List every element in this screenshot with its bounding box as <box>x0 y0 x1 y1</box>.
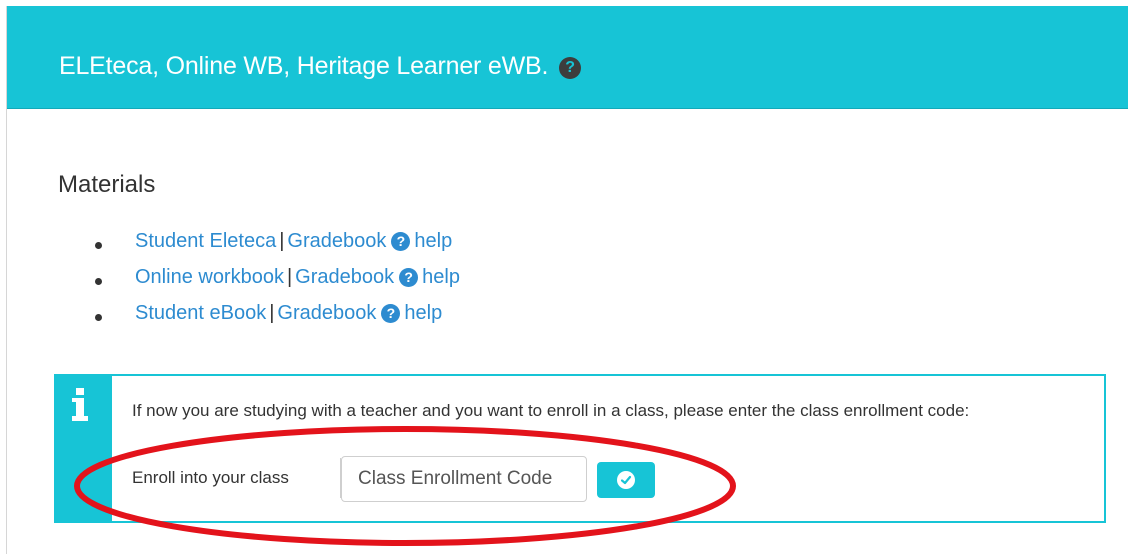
info-icon <box>72 388 88 421</box>
question-circle-icon: ? <box>381 304 401 323</box>
enroll-submit-button[interactable] <box>597 462 655 498</box>
gradebook-link[interactable]: Gradebook <box>277 302 376 324</box>
link-separator: | <box>269 302 275 324</box>
check-circle-icon <box>617 471 635 489</box>
course-panel: ELEteca, Online WB, Heritage Learner eWB… <box>6 6 1128 554</box>
enroll-message: If now you are studying with a teacher a… <box>132 401 970 420</box>
materials-heading: Materials <box>58 171 156 198</box>
question-circle-icon: ? <box>399 268 419 287</box>
link-separator: | <box>279 230 285 252</box>
link-separator: | <box>286 266 293 288</box>
panel-title-text: ELEteca, Online WB, Heritage Learner eWB… <box>59 52 549 80</box>
help-link[interactable]: ? help <box>376 302 442 324</box>
bullet-icon <box>95 314 102 321</box>
help-link-label: help <box>404 302 443 324</box>
enroll-label: Enroll into your class <box>132 468 289 487</box>
gradebook-link[interactable]: Gradebook <box>295 266 394 288</box>
help-link-label: help <box>422 266 460 288</box>
class-enrollment-code-input[interactable] <box>341 456 587 502</box>
alert-icon-bar <box>56 376 112 521</box>
student-ebook-link[interactable]: Student eBook <box>135 302 266 324</box>
page: ELEteca, Online WB, Heritage Learner eWB… <box>0 0 1128 554</box>
question-circle-icon: ? <box>391 232 411 251</box>
gradebook-link[interactable]: Gradebook <box>287 230 386 252</box>
question-circle-icon[interactable]: ? <box>559 57 581 79</box>
panel-header: ELEteca, Online WB, Heritage Learner eWB… <box>7 6 1128 109</box>
enroll-alert: If now you are studying with a teacher a… <box>54 374 1106 523</box>
online-workbook-link[interactable]: Online workbook <box>135 266 284 288</box>
panel-title: ELEteca, Online WB, Heritage Learner eWB… <box>59 52 581 81</box>
student-eleteca-link[interactable]: Student Eleteca <box>135 230 276 252</box>
bullet-icon <box>95 278 102 285</box>
help-link[interactable]: ? help <box>386 230 452 252</box>
help-link-label: help <box>414 230 453 252</box>
help-link[interactable]: ? help <box>394 266 460 288</box>
bullet-icon <box>95 242 102 249</box>
